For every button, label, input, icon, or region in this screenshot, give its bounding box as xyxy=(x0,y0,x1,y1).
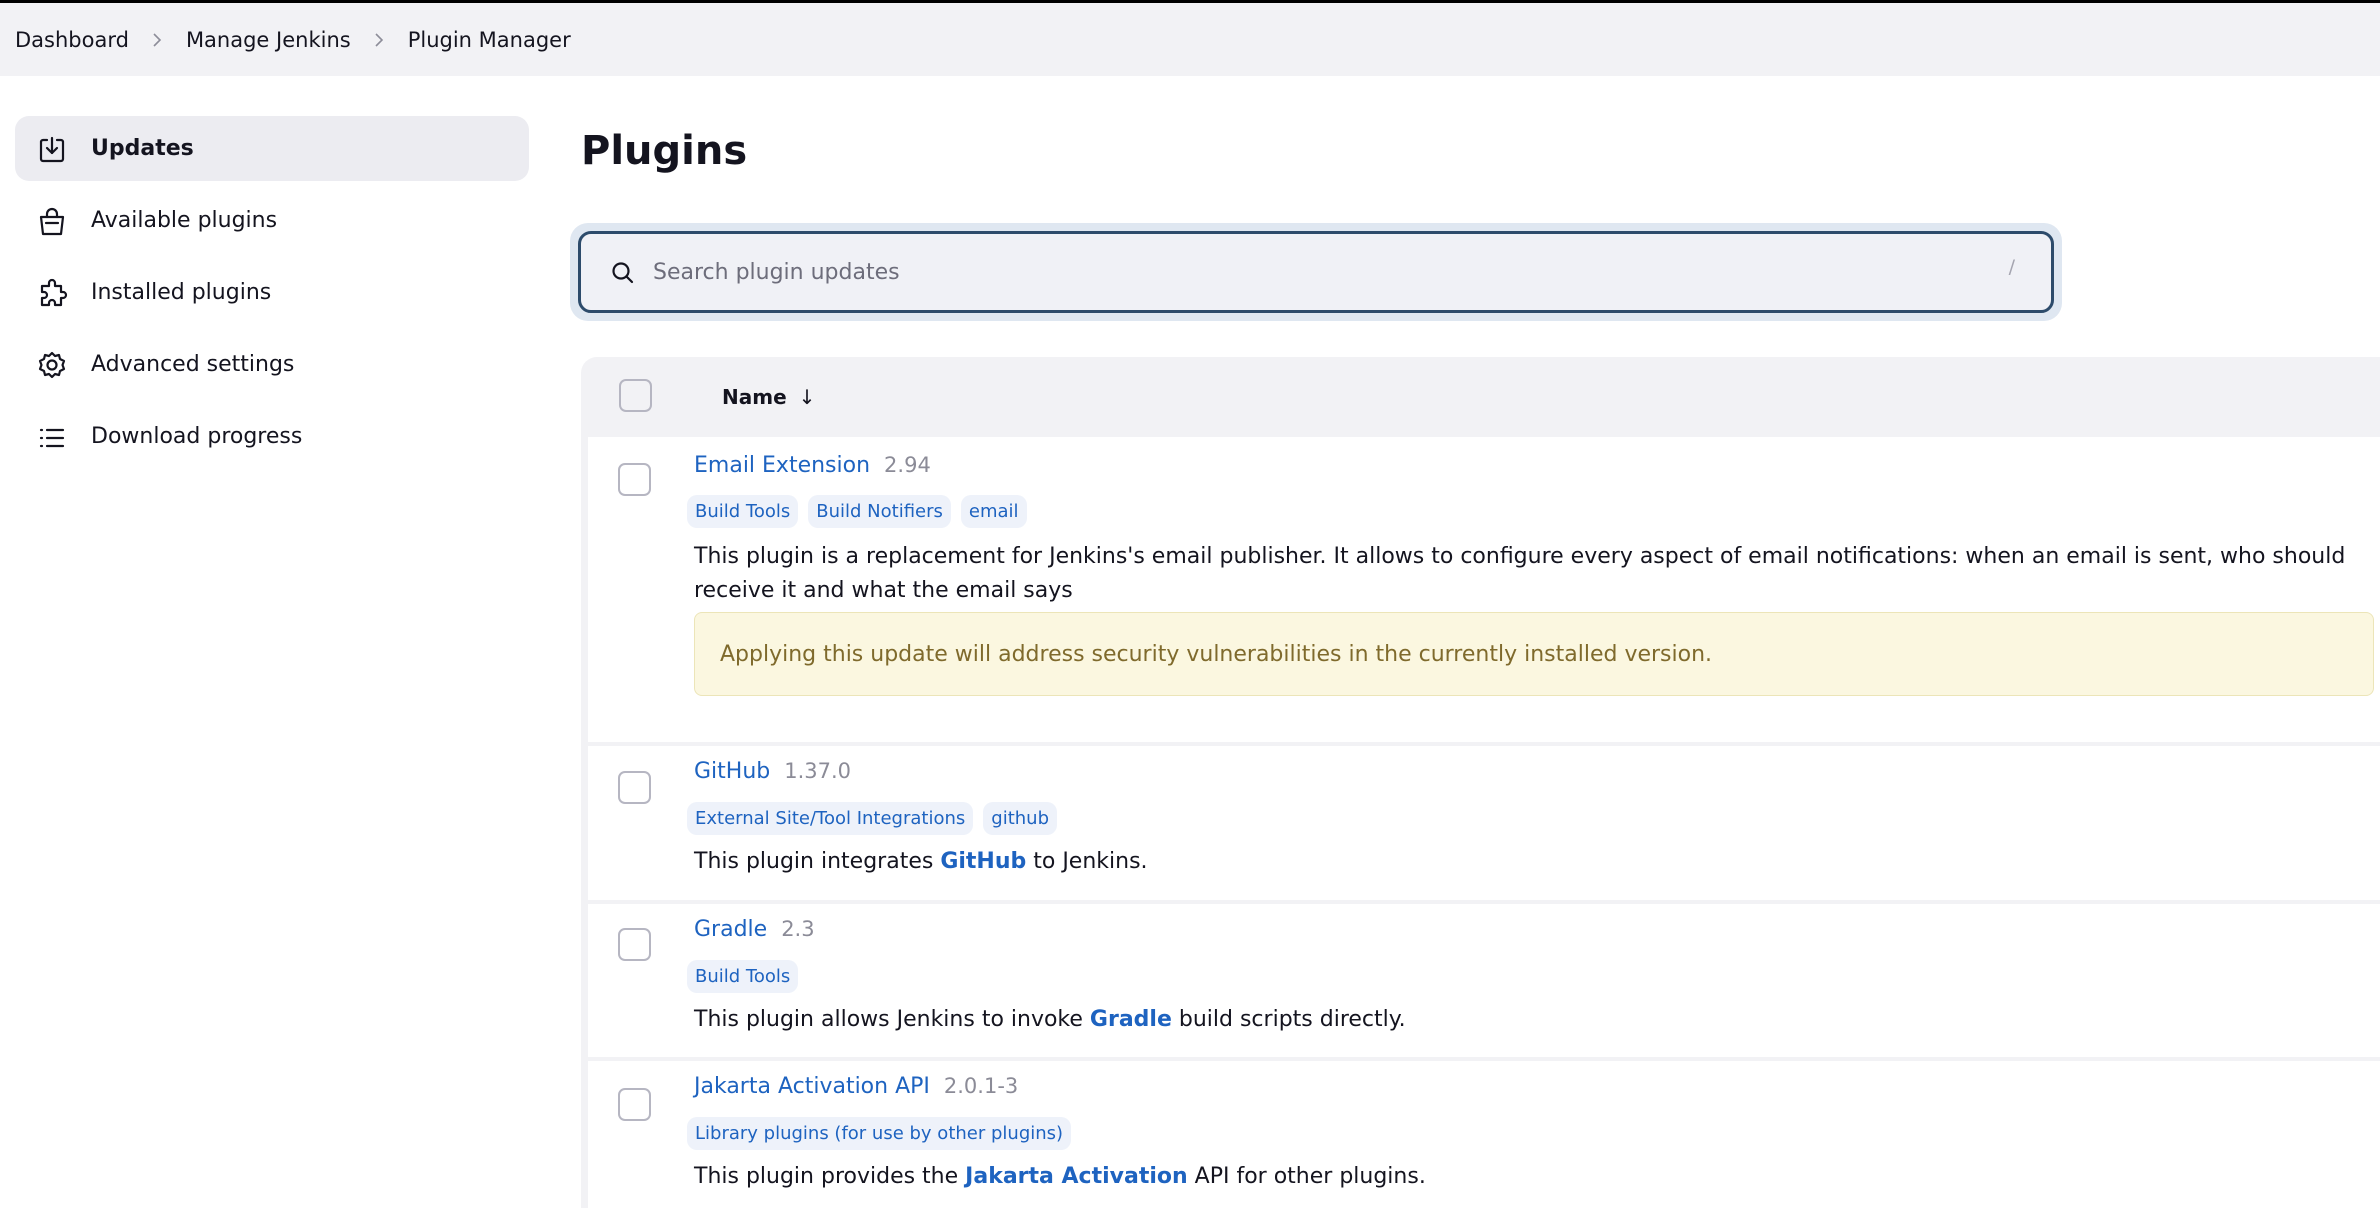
sidebar-item-available-plugins[interactable]: Available plugins xyxy=(15,188,529,253)
shopping-bag-icon xyxy=(36,206,68,238)
plugin-tags: Library plugins (for use by other plugin… xyxy=(687,1117,1072,1150)
sidebar-item-label: Available plugins xyxy=(91,208,278,233)
plugins-table: Name ↓ Email Extension 2.94 Build Tools Bu… xyxy=(581,357,2380,1208)
table-header: Name ↓ xyxy=(581,357,2380,437)
plugin-version: 2.0.1-3 xyxy=(943,1074,1019,1098)
breadcrumb: Dashboard Manage Jenkins Plugin Manager xyxy=(0,3,2380,76)
search-focus-ring: / xyxy=(570,223,2062,321)
sidebar-item-updates[interactable]: Updates xyxy=(15,116,529,181)
gear-icon xyxy=(36,350,68,382)
description-text: This plugin provides the xyxy=(694,1164,966,1189)
tag[interactable]: email xyxy=(960,495,1027,528)
table-row: GitHub 1.37.0 External Site/Tool Integrat… xyxy=(588,746,2380,900)
plugin-description: This plugin provides the Jakarta Activat… xyxy=(694,1160,2374,1194)
list-icon xyxy=(36,422,68,454)
plugin-tags: Build Tools Build Notifiers email xyxy=(687,495,1027,528)
tag[interactable]: Build Notifiers xyxy=(808,495,951,528)
chevron-right-icon xyxy=(351,32,408,48)
row-checkbox[interactable] xyxy=(618,771,651,804)
sidebar-item-label: Download progress xyxy=(91,424,303,449)
plugin-name-link[interactable]: Jakarta Activation API xyxy=(694,1074,930,1099)
description-text: to Jenkins. xyxy=(1026,849,1148,874)
column-header-label: Name xyxy=(722,385,787,409)
description-text: API for other plugins. xyxy=(1187,1164,1426,1189)
search-input[interactable] xyxy=(653,248,1953,296)
breadcrumb-dashboard[interactable]: Dashboard xyxy=(15,28,129,52)
plugin-title: Email Extension 2.94 xyxy=(694,453,931,478)
plugin-tags: Build Tools xyxy=(687,960,799,993)
plugin-description: This plugin integrates GitHub to Jenkins… xyxy=(694,845,2374,879)
column-header-name[interactable]: Name ↓ xyxy=(722,385,815,409)
sidebar-item-label: Updates xyxy=(91,136,194,161)
row-checkbox[interactable] xyxy=(618,463,651,496)
select-all-checkbox[interactable] xyxy=(619,379,652,412)
description-text: This plugin integrates xyxy=(694,849,941,874)
puzzle-icon xyxy=(36,278,68,310)
plugin-title: Gradle 2.3 xyxy=(694,917,815,942)
description-text: This plugin allows Jenkins to invoke xyxy=(694,1007,1090,1032)
plugin-version: 2.3 xyxy=(781,917,815,941)
plugin-description: This plugin allows Jenkins to invoke Gra… xyxy=(694,1003,2374,1037)
plugin-name-link[interactable]: Email Extension xyxy=(694,453,870,478)
sort-arrow-icon: ↓ xyxy=(798,385,816,409)
search-icon xyxy=(610,260,636,286)
page-title: Plugins xyxy=(581,128,748,174)
plugin-version: 1.37.0 xyxy=(784,759,852,783)
sidebar-item-advanced-settings[interactable]: Advanced settings xyxy=(15,332,529,397)
description-link[interactable]: Jakarta Activation xyxy=(965,1164,1188,1189)
plugin-version: 2.94 xyxy=(884,453,931,477)
table-row: Email Extension 2.94 Build Tools Build No… xyxy=(588,437,2380,742)
table-row: Jakarta Activation API 2.0.1-3 Library pl… xyxy=(588,1061,2380,1208)
plugin-title: GitHub 1.37.0 xyxy=(694,759,851,784)
tag[interactable]: External Site/Tool Integrations xyxy=(687,802,974,835)
plugin-title: Jakarta Activation API 2.0.1-3 xyxy=(694,1074,1018,1099)
description-link[interactable]: Gradle xyxy=(1090,1007,1172,1032)
breadcrumb-plugin-manager[interactable]: Plugin Manager xyxy=(408,28,571,52)
plugin-name-link[interactable]: GitHub xyxy=(694,759,770,784)
download-icon xyxy=(36,134,68,166)
sidebar-item-label: Advanced settings xyxy=(91,352,295,377)
row-checkbox[interactable] xyxy=(618,928,651,961)
plugin-name-link[interactable]: Gradle xyxy=(694,917,767,942)
plugin-description: This plugin is a replacement for Jenkins… xyxy=(694,544,2346,603)
sidebar-item-download-progress[interactable]: Download progress xyxy=(15,404,529,469)
sidebar-item-installed-plugins[interactable]: Installed plugins xyxy=(15,260,529,325)
tag[interactable]: Build Tools xyxy=(687,495,799,528)
plugin-tags: External Site/Tool Integrations github xyxy=(687,802,1058,835)
tag[interactable]: Library plugins (for use by other plugin… xyxy=(687,1117,1072,1150)
description-text: build scripts directly. xyxy=(1171,1007,1406,1032)
description-link[interactable]: GitHub xyxy=(940,849,1026,874)
row-checkbox[interactable] xyxy=(618,1088,651,1121)
security-warning: Applying this update will address securi… xyxy=(694,612,2374,696)
breadcrumb-manage-jenkins[interactable]: Manage Jenkins xyxy=(186,28,351,52)
tag[interactable]: github xyxy=(983,802,1058,835)
search-box[interactable]: / xyxy=(578,231,2054,313)
tag[interactable]: Build Tools xyxy=(687,960,799,993)
keyboard-shortcut-hint: / xyxy=(2008,256,2015,278)
table-row: Gradle 2.3 Build Tools This plugin allows… xyxy=(588,904,2380,1057)
chevron-right-icon xyxy=(129,32,186,48)
sidebar-item-label: Installed plugins xyxy=(91,280,272,305)
